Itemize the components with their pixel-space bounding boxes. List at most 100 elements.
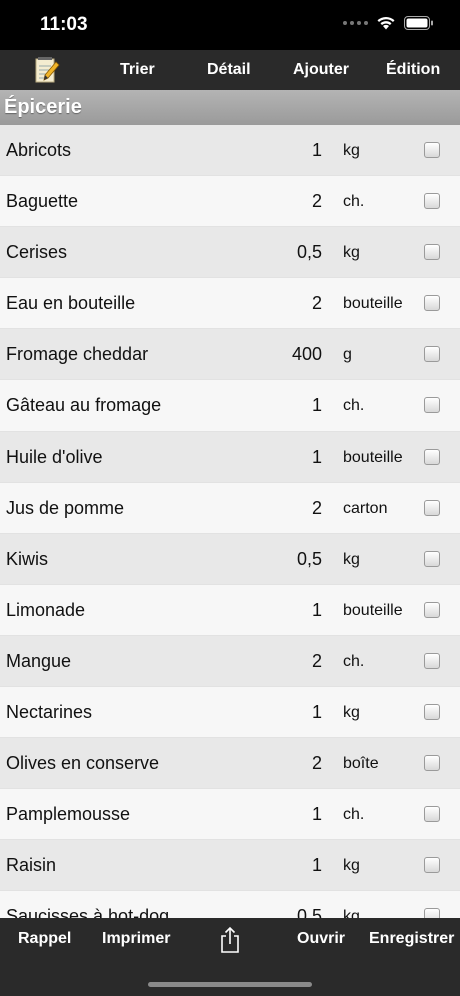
- cellular-signal-icon: [343, 20, 368, 25]
- list-item[interactable]: Limonade 1 bouteille: [0, 584, 460, 636]
- top-toolbar: Trier Détail Ajouter Édition: [0, 50, 460, 90]
- item-name: Raisin: [6, 855, 57, 876]
- print-button[interactable]: Imprimer: [102, 918, 170, 960]
- item-unit: ch.: [343, 397, 365, 415]
- list-item[interactable]: Raisin 1 kg: [0, 840, 460, 892]
- list-item[interactable]: Baguette 2 ch.: [0, 176, 460, 228]
- item-quantity: 1: [311, 855, 322, 876]
- item-unit: kg: [343, 908, 360, 918]
- item-checkbox[interactable]: [424, 499, 440, 516]
- item-quantity: 1: [311, 446, 322, 467]
- item-name: Pamplemousse: [6, 804, 131, 825]
- item-checkbox[interactable]: [424, 193, 440, 210]
- notepad-pencil-icon[interactable]: [34, 56, 60, 84]
- item-checkbox[interactable]: [424, 806, 440, 823]
- item-name: Kiwis: [6, 548, 49, 569]
- sort-button[interactable]: Trier: [120, 50, 155, 90]
- item-name: Fromage cheddar: [6, 344, 149, 365]
- battery-icon: [404, 15, 433, 30]
- item-checkbox[interactable]: [424, 397, 440, 414]
- item-checkbox[interactable]: [424, 244, 440, 261]
- wifi-icon: [377, 16, 395, 30]
- item-name: Olives en conserve: [6, 753, 160, 774]
- item-checkbox[interactable]: [424, 652, 440, 669]
- item-name: Nectarines: [6, 702, 93, 723]
- item-quantity: 1: [311, 599, 322, 620]
- item-quantity: 0,5: [296, 906, 322, 918]
- save-button[interactable]: Enregistrer: [369, 918, 454, 960]
- section-header-grocery: Épicerie: [0, 90, 460, 125]
- item-name: Mangue: [6, 650, 72, 671]
- item-quantity: 400: [291, 344, 322, 365]
- item-quantity: 2: [311, 497, 322, 518]
- item-checkbox[interactable]: [424, 346, 440, 363]
- status-icons: [343, 15, 434, 30]
- item-unit: ch.: [343, 652, 365, 670]
- list-item[interactable]: Jus de pomme 2 carton: [0, 482, 460, 534]
- item-quantity: 1: [311, 140, 322, 160]
- item-name: Jus de pomme: [6, 497, 125, 518]
- list-item[interactable]: Olives en conserve 2 boîte: [0, 738, 460, 790]
- item-unit: carton: [343, 499, 388, 517]
- item-checkbox[interactable]: [424, 704, 440, 721]
- item-checkbox[interactable]: [424, 755, 440, 772]
- item-checkbox[interactable]: [424, 142, 440, 158]
- item-checkbox[interactable]: [424, 448, 440, 465]
- item-checkbox[interactable]: [424, 295, 440, 312]
- status-bar: 11:03: [0, 0, 460, 50]
- item-name: Huile d'olive: [6, 446, 103, 467]
- item-unit: bouteille: [343, 448, 403, 466]
- edit-button[interactable]: Édition: [386, 50, 440, 90]
- list-item[interactable]: Mangue 2 ch.: [0, 635, 460, 688]
- list-item[interactable]: Cerises 0,5 kg: [0, 227, 460, 279]
- item-unit: kg: [343, 857, 360, 875]
- status-time: 11:03: [40, 14, 88, 35]
- item-unit: kg: [343, 244, 360, 262]
- reminder-button[interactable]: Rappel: [18, 918, 71, 960]
- item-checkbox[interactable]: [424, 550, 440, 567]
- item-unit: kg: [343, 142, 360, 159]
- item-quantity: 2: [311, 753, 322, 774]
- item-name: Abricots: [6, 140, 72, 160]
- item-checkbox[interactable]: [424, 908, 440, 918]
- item-unit: kg: [343, 704, 360, 722]
- item-quantity: 1: [311, 395, 322, 416]
- item-name: Cerises: [6, 242, 68, 263]
- item-unit: bouteille: [343, 295, 403, 313]
- list-item[interactable]: Huile d'olive 1 bouteille: [0, 431, 460, 483]
- item-unit: g: [343, 346, 352, 364]
- list-item[interactable]: Fromage cheddar 400 g: [0, 329, 460, 381]
- open-button[interactable]: Ouvrir: [297, 918, 345, 960]
- list-item[interactable]: Gâteau au fromage 1 ch.: [0, 380, 460, 432]
- item-checkbox[interactable]: [424, 857, 440, 874]
- list-item[interactable]: Abricots 1 kg: [0, 125, 460, 177]
- list-item[interactable]: Kiwis 0,5 kg: [0, 533, 460, 585]
- shopping-list[interactable]: Abricots 1 kg Baguette 2 ch. Cerises 0,5…: [0, 125, 460, 918]
- item-quantity: 1: [311, 804, 322, 825]
- list-item[interactable]: Saucisses à hot-dog 0,5 kg: [0, 891, 460, 918]
- item-quantity: 0,5: [296, 242, 322, 263]
- item-name: Baguette: [6, 191, 79, 212]
- item-unit: kg: [343, 550, 360, 568]
- item-quantity: 2: [311, 650, 322, 671]
- share-icon[interactable]: [219, 926, 241, 954]
- item-name: Gâteau au fromage: [6, 395, 162, 416]
- item-name: Limonade: [6, 599, 86, 620]
- item-unit: ch.: [343, 193, 365, 211]
- item-quantity: 0,5: [296, 548, 322, 569]
- list-item[interactable]: Nectarines 1 kg: [0, 687, 460, 739]
- item-quantity: 2: [311, 191, 322, 212]
- list-item[interactable]: Eau en bouteille 2 bouteille: [0, 278, 460, 330]
- item-checkbox[interactable]: [424, 601, 440, 618]
- item-quantity: 2: [311, 293, 322, 314]
- item-unit: boîte: [343, 755, 379, 773]
- detail-button[interactable]: Détail: [207, 50, 251, 90]
- item-name: Eau en bouteille: [6, 293, 136, 314]
- list-item[interactable]: Pamplemousse 1 ch.: [0, 789, 460, 841]
- item-unit: bouteille: [343, 601, 403, 619]
- item-name: Saucisses à hot-dog: [6, 906, 170, 918]
- add-button[interactable]: Ajouter: [293, 50, 349, 90]
- home-indicator[interactable]: [148, 982, 312, 987]
- item-unit: ch.: [343, 806, 365, 824]
- item-quantity: 1: [311, 702, 322, 723]
